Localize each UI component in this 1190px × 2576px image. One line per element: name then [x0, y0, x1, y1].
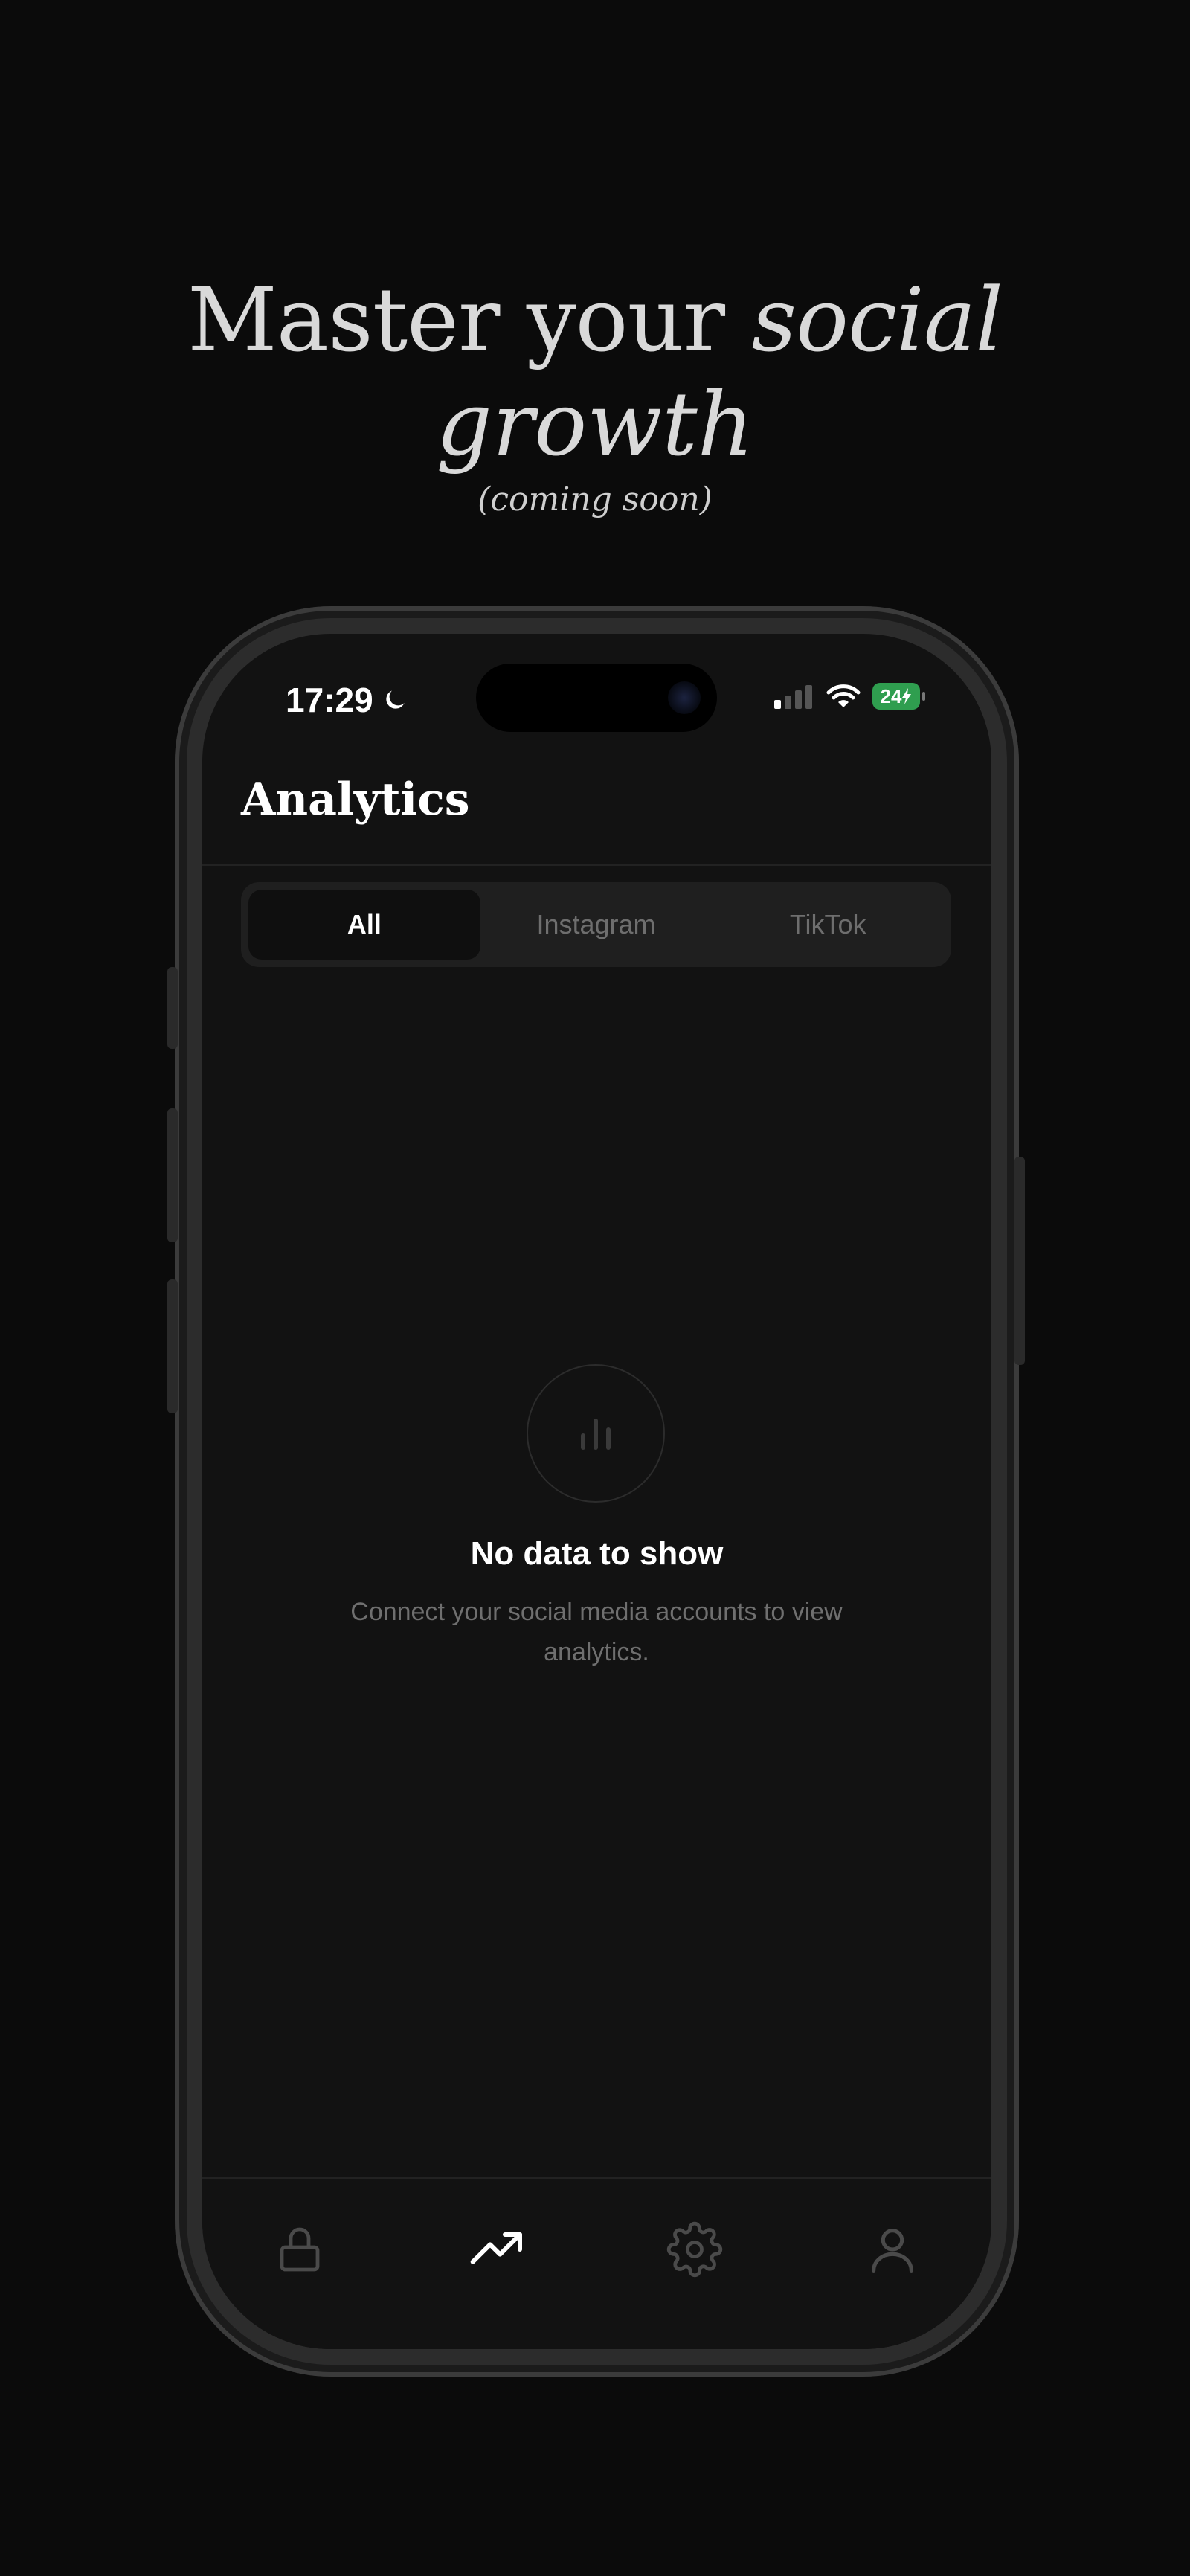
phone-action-button — [167, 967, 178, 1049]
wifi-icon — [826, 684, 861, 707]
battery-indicator: 24 — [872, 683, 925, 710]
empty-state-icon-circle — [527, 1364, 665, 1503]
page-title: Analytics — [241, 774, 470, 826]
headline-line-1: Master your social — [0, 268, 1190, 372]
headline-line-2: growth — [436, 373, 754, 475]
battery-level: 24 — [880, 684, 902, 707]
empty-state-description: Connect your social media accounts to vi… — [350, 1598, 843, 1666]
charging-bolt-icon — [902, 688, 912, 704]
tab-tiktok[interactable]: TikTok — [712, 890, 944, 960]
phone-volume-up-button — [167, 1108, 178, 1242]
front-camera — [668, 681, 701, 714]
status-time: 17:29 — [286, 680, 409, 720]
bottom-tab-bar — [202, 2179, 991, 2349]
tab-instagram[interactable]: Instagram — [480, 890, 713, 960]
user-icon — [872, 2229, 913, 2273]
bar-chart-icon — [581, 1419, 611, 1450]
marketing-headline: Master your social growth (coming soon) — [0, 268, 1190, 518]
gear-icon — [666, 2221, 723, 2278]
empty-state-title: No data to show — [470, 1535, 724, 1572]
platform-filter-tabs: All Instagram TikTok — [241, 882, 951, 967]
phone-volume-down-button — [167, 1279, 178, 1413]
phone-screen: 17:29 24 Analytics All Instagram TikTok … — [202, 634, 991, 2349]
status-time-label: 17:29 — [286, 681, 373, 719]
tab-all[interactable]: All — [248, 890, 480, 960]
lock-icon — [280, 2227, 320, 2272]
moon-icon — [386, 690, 405, 709]
nav-profile-tab[interactable] — [859, 2216, 926, 2283]
status-bar: 17:29 24 — [202, 634, 991, 760]
dynamic-island — [476, 664, 717, 732]
cellular-signal-icon — [774, 685, 812, 709]
nav-settings-tab[interactable] — [661, 2216, 728, 2283]
headline-subtitle: (coming soon) — [477, 481, 713, 518]
nav-analytics-tab[interactable] — [464, 2216, 531, 2283]
header-divider — [202, 864, 991, 866]
trending-up-icon — [470, 2232, 522, 2264]
headline-plain: Master your — [187, 269, 752, 371]
nav-lock-tab[interactable] — [266, 2216, 333, 2283]
phone-power-button — [1014, 1157, 1025, 1365]
headline-italic: social — [751, 269, 1004, 371]
status-indicators: 24 — [773, 683, 925, 710]
